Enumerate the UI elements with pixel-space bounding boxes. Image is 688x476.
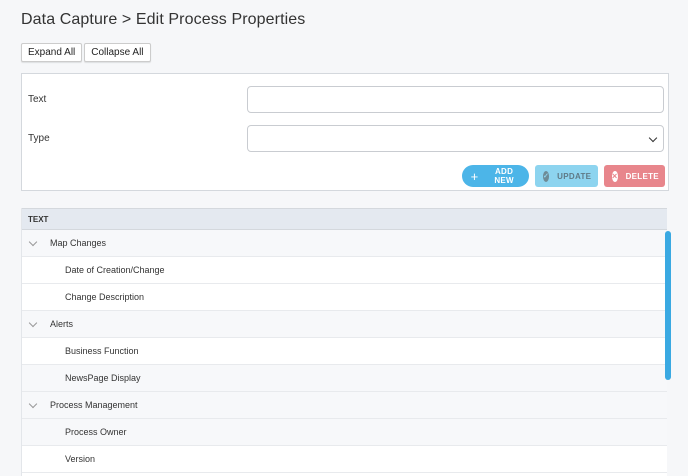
add-new-button[interactable]: + ADD NEW xyxy=(462,165,529,187)
chevron-down-icon[interactable] xyxy=(28,318,38,327)
tree-column-header: TEXT xyxy=(22,208,667,230)
check-circle-icon: ✓ xyxy=(543,170,550,182)
tree-child-row[interactable]: NewsPage Display xyxy=(22,365,667,392)
text-label: Text xyxy=(28,94,47,105)
tree-group-row[interactable]: Process Management xyxy=(22,392,667,419)
close-circle-icon: × xyxy=(612,170,618,182)
tree-row-label: Version xyxy=(65,454,96,464)
tree-row-label: Date of Creation/Change xyxy=(65,265,165,275)
delete-label: DELETE xyxy=(625,171,659,181)
tree-child-row[interactable]: Version xyxy=(22,446,667,473)
plus-icon: + xyxy=(470,168,479,184)
tree-group-row[interactable]: Alerts xyxy=(22,311,667,338)
tree-row-label: Alerts xyxy=(50,319,74,329)
tree-scrollbar-thumb[interactable] xyxy=(665,231,671,380)
page-title: Data Capture > Edit Process Properties xyxy=(21,11,306,28)
text-input[interactable] xyxy=(247,86,664,113)
edit-process-properties-page: Data Capture > Edit Process Properties E… xyxy=(0,0,688,476)
tree-child-row[interactable]: Business Function xyxy=(22,338,667,365)
property-form: Text Type + ADD NEW ✓ UPDATE × DELETE xyxy=(21,73,669,191)
tree-child-row[interactable]: Change Description xyxy=(22,284,667,311)
tree-row-label: Business Function xyxy=(65,346,139,356)
expand-all-button[interactable]: Expand All xyxy=(21,43,83,62)
tree-child-row[interactable]: Process Owner xyxy=(22,419,667,446)
type-select[interactable] xyxy=(247,125,664,152)
tree-row-label: Change Description xyxy=(65,292,145,302)
delete-button[interactable]: × DELETE xyxy=(604,165,665,187)
tree-toolbar: Expand All Collapse All xyxy=(21,43,151,62)
tree-group-row[interactable]: Map Changes xyxy=(22,230,667,257)
property-tree: TEXT Map Changes Date of Creation/Change… xyxy=(21,208,667,476)
tree-row-label: Process Owner xyxy=(65,427,127,437)
tree-row-label: Map Changes xyxy=(50,238,107,248)
chevron-down-icon[interactable] xyxy=(28,399,38,408)
tree-row-label: Process Management xyxy=(50,400,138,410)
type-label: Type xyxy=(28,133,50,144)
chevron-down-icon xyxy=(648,133,658,143)
chevron-down-icon[interactable] xyxy=(28,237,38,246)
tree-row-label: NewsPage Display xyxy=(65,373,141,383)
collapse-all-button[interactable]: Collapse All xyxy=(84,43,151,62)
add-new-label: ADD NEW xyxy=(494,167,514,185)
update-label: UPDATE xyxy=(557,171,592,181)
update-button[interactable]: ✓ UPDATE xyxy=(535,165,598,187)
tree-child-row[interactable]: Date of Creation/Change xyxy=(22,257,667,284)
